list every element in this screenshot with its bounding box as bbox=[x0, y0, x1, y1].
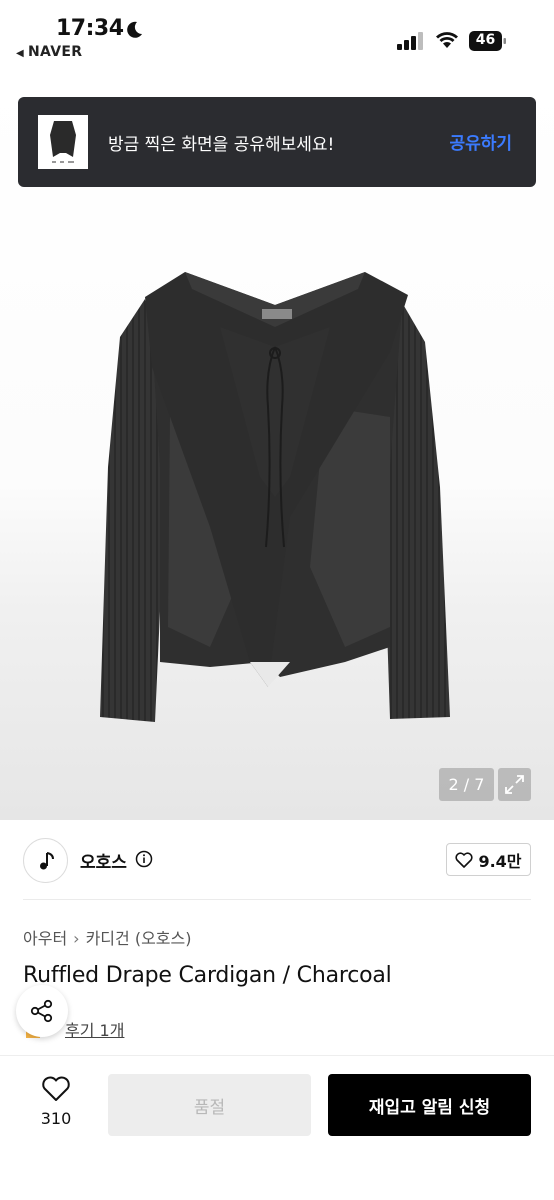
battery-indicator: 46 bbox=[469, 31, 507, 51]
product-image-gallery[interactable]: 방금 찍은 화면을 공유해보세요! 공유하기 2 / 7 bbox=[0, 72, 554, 820]
moon-icon bbox=[127, 21, 142, 38]
back-triangle-icon: ◀ bbox=[16, 48, 24, 59]
store-like-count: 9.4만 bbox=[478, 851, 522, 871]
expand-icon bbox=[505, 775, 524, 794]
store-like-button[interactable]: 9.4만 bbox=[446, 843, 531, 876]
bottom-action-bar: 310 품절 재입고 알림 신청 bbox=[0, 1055, 554, 1200]
seller-row: 오호스 9.4만 bbox=[0, 820, 554, 900]
wishlist-count: 310 bbox=[40, 1109, 72, 1128]
seller-name[interactable]: 오호스 bbox=[80, 848, 127, 873]
seller-logo[interactable] bbox=[23, 838, 68, 883]
heart-icon bbox=[455, 851, 473, 868]
product-title: Ruffled Drape Cardigan / Charcoal bbox=[23, 963, 392, 988]
back-to-app-link[interactable]: ◀ NAVER bbox=[16, 44, 82, 60]
info-icon[interactable] bbox=[135, 850, 153, 868]
share-icon bbox=[30, 999, 53, 1023]
breadcrumb-item-outer[interactable]: 아우터 bbox=[23, 929, 67, 948]
chevron-right-icon: › bbox=[73, 929, 80, 948]
cellular-signal-icon bbox=[397, 32, 423, 50]
sold-out-button: 품절 bbox=[108, 1074, 311, 1136]
fullscreen-button[interactable] bbox=[498, 768, 531, 801]
wishlist-button[interactable]: 310 bbox=[30, 1076, 82, 1136]
screenshot-thumbnail bbox=[38, 115, 88, 169]
status-time: 17:34 bbox=[56, 16, 124, 41]
breadcrumb-item-cardigan[interactable]: 카디건 (오호스) bbox=[86, 929, 192, 948]
share-banner-button[interactable]: 공유하기 bbox=[449, 129, 512, 154]
share-button[interactable] bbox=[16, 985, 68, 1037]
status-bar: 17:34 ◀ NAVER 46 bbox=[0, 0, 554, 72]
restock-alert-button[interactable]: 재입고 알림 신청 bbox=[328, 1074, 531, 1136]
product-photo bbox=[100, 272, 450, 722]
heart-outline-icon bbox=[42, 1076, 70, 1101]
divider bbox=[23, 899, 531, 900]
breadcrumb: 아우터 › 카디건 (오호스) bbox=[23, 925, 191, 949]
share-screenshot-banner: 방금 찍은 화면을 공유해보세요! 공유하기 bbox=[18, 97, 536, 187]
share-banner-message: 방금 찍은 화면을 공유해보세요! bbox=[108, 135, 335, 155]
brand-logo-icon bbox=[39, 851, 54, 869]
battery-level: 46 bbox=[475, 32, 496, 48]
reviews-link[interactable]: 후기 1개 bbox=[65, 1017, 124, 1041]
back-app-label: NAVER bbox=[28, 44, 83, 60]
thumbnail-image bbox=[38, 115, 88, 169]
image-pager: 2 / 7 bbox=[439, 768, 494, 801]
wifi-icon bbox=[436, 32, 458, 48]
